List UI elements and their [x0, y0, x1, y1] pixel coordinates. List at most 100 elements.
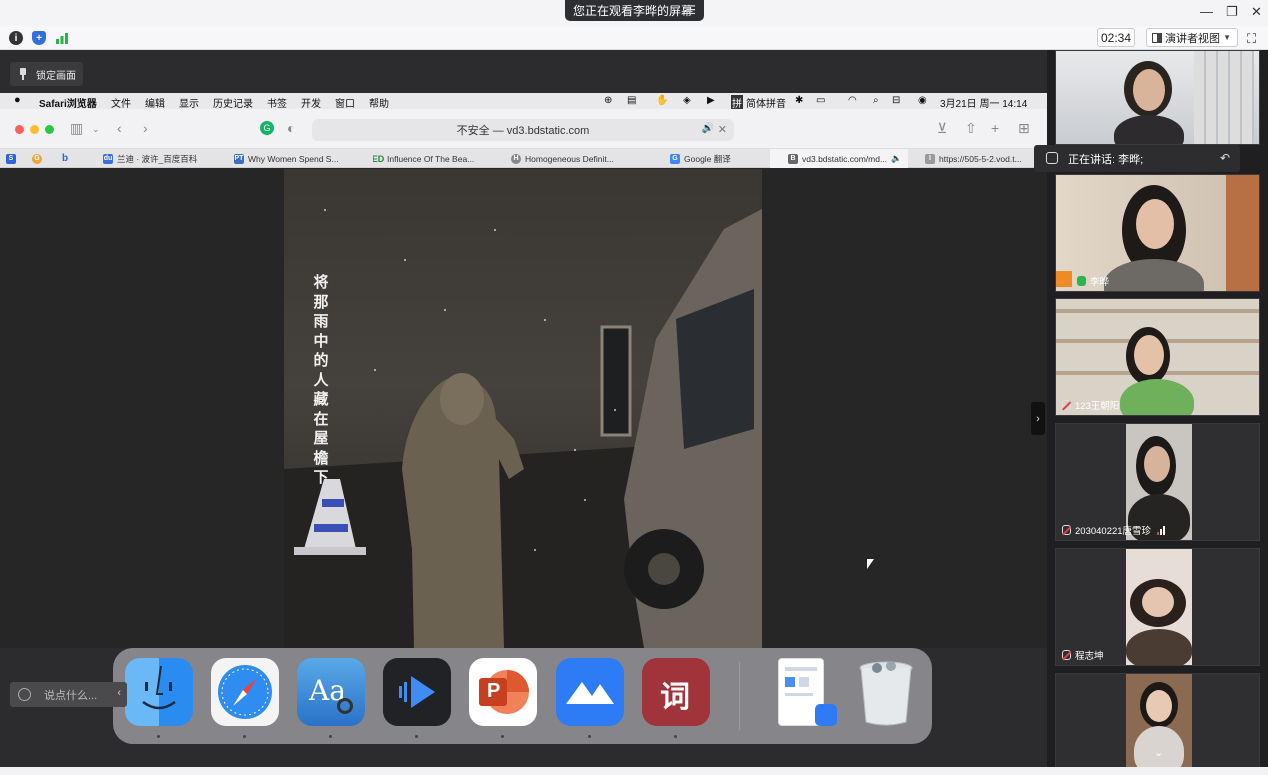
chevron-down-icon[interactable]: ⌄	[92, 124, 100, 135]
chevron-left-icon[interactable]: ‹	[117, 687, 121, 699]
participant-name-bar: 李晔	[1074, 274, 1112, 288]
vpn-icon[interactable]: ◈	[683, 95, 691, 106]
menu-extra-icon[interactable]: ▤	[627, 95, 636, 106]
apple-icon[interactable]: ●	[14, 94, 21, 106]
menu-window[interactable]: 窗口	[335, 95, 355, 110]
doc-block	[799, 677, 809, 687]
control-center-icon[interactable]: ⊟	[892, 95, 900, 106]
close-icon[interactable]: ✕	[1251, 4, 1262, 20]
panel-toggle-button[interactable]: ›	[1031, 402, 1045, 435]
list-icon[interactable]: ☰	[685, 3, 696, 17]
tab-why-women[interactable]: PT Why Women Spend S...	[234, 149, 366, 168]
video-player[interactable]: 将那雨中的人藏在屋檐下	[284, 169, 762, 648]
menu-app-name[interactable]: Safari浏览器	[39, 95, 97, 110]
chevron-down-icon[interactable]: ⌄	[1154, 746, 1163, 759]
participant-tile-wang[interactable]: 123王朝阳	[1055, 298, 1260, 416]
menu-develop[interactable]: 开发	[301, 95, 321, 110]
trash-icon[interactable]	[857, 658, 915, 726]
doc-block	[785, 677, 795, 687]
chat-input[interactable]: 说点什么... ‹	[10, 682, 127, 707]
play-icon[interactable]: ▶	[707, 95, 715, 106]
mic-muted-icon[interactable]	[1062, 400, 1071, 410]
menu-bookmarks[interactable]: 书签	[267, 95, 287, 110]
undo-icon[interactable]: ↶	[1220, 151, 1230, 165]
meeting-timer: 02:34	[1097, 28, 1135, 47]
grammarly-icon[interactable]: G	[260, 121, 274, 135]
wifi-icon[interactable]: ◠	[848, 95, 857, 106]
new-tab-icon[interactable]: +	[991, 120, 999, 136]
mic-muted-icon[interactable]	[1062, 525, 1071, 535]
dictionary-icon[interactable]: Aa	[297, 658, 365, 726]
search-icon[interactable]: ⌕	[873, 95, 879, 106]
battery-icon[interactable]: ▭	[816, 95, 825, 106]
participant-tile-tang[interactable]: 203040221唐雪珍	[1055, 423, 1260, 541]
fullscreen-icon[interactable]: ⛶	[1247, 31, 1256, 47]
signal-icon[interactable]	[55, 31, 69, 45]
shelf	[1056, 309, 1259, 313]
hand-icon[interactable]: ✋	[656, 95, 668, 106]
snowflake	[574, 449, 576, 451]
ci-dictionary-icon[interactable]: 词	[642, 658, 710, 726]
minimize-icon[interactable]: —	[1200, 4, 1213, 19]
zoom-window-icon[interactable]	[45, 125, 54, 134]
back-icon[interactable]: ‹	[117, 120, 122, 136]
tab-influence[interactable]: ED Influence Of The Bea...	[373, 149, 505, 168]
powerpoint-icon[interactable]: P	[469, 658, 537, 726]
participant-tile-cheng[interactable]: 程志坤	[1055, 548, 1260, 666]
finder-icon[interactable]	[125, 658, 193, 726]
input-method-icon[interactable]: 拼	[731, 95, 743, 110]
menu-help[interactable]: 帮助	[369, 95, 389, 110]
address-bar[interactable]: 不安全 — vd3.bdstatic.com 🔊 ✕	[312, 119, 734, 141]
video-frame	[284, 209, 762, 648]
tab-vod[interactable]: Ihttps://505-5-2.vod.t...	[925, 149, 1035, 168]
tab-audio-icon[interactable]: 🔈	[891, 153, 902, 164]
close-window-icon[interactable]	[15, 125, 24, 134]
tab-label: Influence Of The Bea...	[387, 153, 475, 164]
download-icon[interactable]: ⊻	[937, 120, 947, 137]
tab-favicon: G	[32, 153, 42, 164]
stop-loading-icon[interactable]: ✕	[718, 123, 727, 136]
zoom-icon[interactable]: ⊕	[604, 95, 612, 106]
shared-screen: 锁定画面 ● Safari浏览器 文件 编辑 显示 历史记录 书签 开发 窗口 …	[0, 50, 1047, 767]
tab-pinned-2[interactable]: G	[32, 149, 46, 168]
siri-icon[interactable]: ◉	[918, 95, 927, 106]
shield-icon[interactable]: +	[32, 31, 46, 45]
emoji-icon[interactable]	[18, 688, 31, 701]
tab-bdstatic-active[interactable]: Bvd3.bdstatic.com/md... 🔈	[770, 149, 908, 168]
mic-on-icon[interactable]	[1077, 276, 1086, 286]
menu-datetime[interactable]: 3月21日 周一 14:14	[940, 95, 1027, 110]
presenter-view-button[interactable]: 演讲者视图 ▼	[1146, 28, 1238, 47]
mic-muted-icon[interactable]	[1062, 650, 1071, 660]
screen-share-banner[interactable]: 您正在观看李晔的屏幕 ☰	[565, 0, 704, 21]
safari-toolbar: ▥ ⌄ ‹ › G ◐ 不安全 — vd3.bdstatic.com 🔊 ✕ ⊻…	[0, 109, 1047, 149]
menu-file[interactable]: 文件	[111, 95, 131, 110]
speaker-icon[interactable]: 🔊	[702, 123, 714, 134]
tab-overview-icon[interactable]: ⊞	[1018, 120, 1030, 137]
participant-tile[interactable]: ⌄	[1055, 673, 1260, 773]
tab-pinned-1[interactable]: S	[6, 149, 20, 168]
lock-view-button[interactable]: 锁定画面	[10, 62, 83, 86]
menu-edit[interactable]: 编辑	[145, 95, 165, 110]
participant-tile[interactable]	[1055, 50, 1260, 145]
tab-google-translate[interactable]: G Google 翻译	[670, 149, 760, 168]
input-method-label[interactable]: 简体拼音	[746, 95, 786, 110]
minimize-window-icon[interactable]	[30, 125, 39, 134]
tab-baike[interactable]: du 兰迪 · 波许_百度百科	[103, 149, 230, 168]
lark-icon[interactable]	[556, 658, 624, 726]
menu-history[interactable]: 历史记录	[213, 95, 253, 110]
share-icon[interactable]: ⇧	[965, 120, 977, 137]
sidebar-icon[interactable]: ▥	[70, 120, 83, 137]
video-player-icon[interactable]	[383, 658, 451, 726]
participant-tile-li-ye[interactable]: 李晔	[1055, 174, 1260, 292]
restore-icon[interactable]: ❐	[1226, 4, 1238, 20]
safari-icon[interactable]	[211, 658, 279, 726]
menu-view[interactable]: 显示	[179, 95, 199, 110]
tab-homogeneous[interactable]: H Homogeneous Definit...	[511, 149, 661, 168]
forward-icon[interactable]: ›	[143, 120, 148, 136]
tab-pinned-3[interactable]: b	[60, 149, 74, 168]
info-icon[interactable]: i	[9, 31, 23, 45]
snowflake	[494, 229, 496, 231]
bluetooth-icon[interactable]: ✱	[795, 95, 803, 106]
doc-line	[785, 667, 817, 671]
privacy-shield-icon[interactable]: ◐	[287, 120, 295, 136]
